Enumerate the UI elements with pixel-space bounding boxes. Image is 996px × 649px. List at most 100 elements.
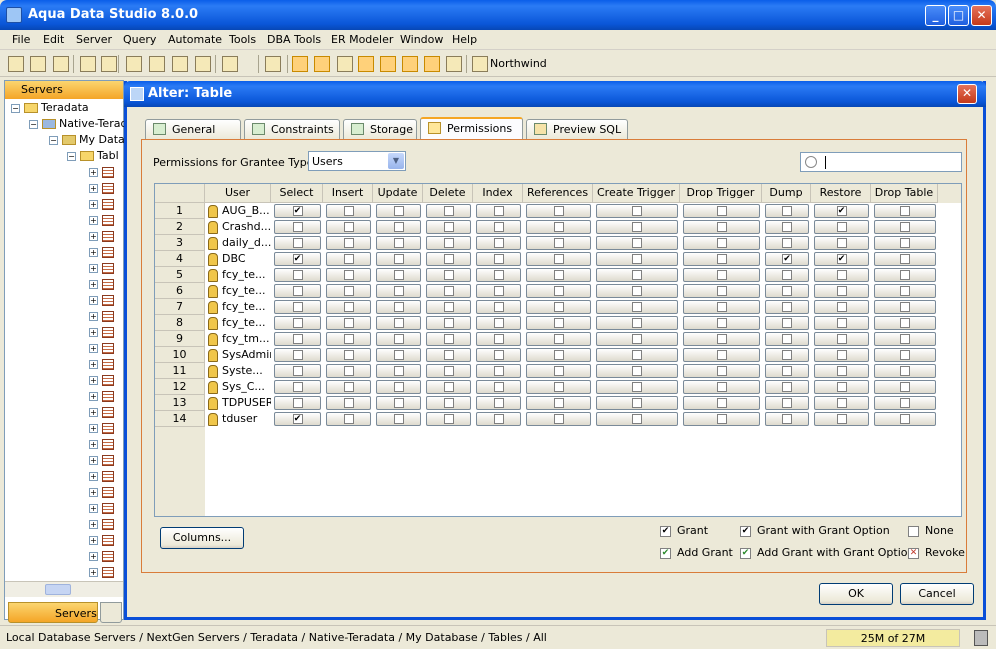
row-number[interactable]: 9: [155, 331, 205, 347]
permission-toggle-drop-table[interactable]: [874, 284, 936, 298]
permission-toggle-delete[interactable]: [426, 316, 471, 330]
permission-toggle-restore[interactable]: [814, 380, 869, 394]
ok-button[interactable]: OK: [819, 583, 893, 605]
permission-toggle-update[interactable]: [376, 396, 421, 410]
permission-toggle-drop-trigger[interactable]: [683, 252, 760, 266]
expand-icon[interactable]: +: [89, 359, 98, 369]
expand-icon[interactable]: +: [89, 487, 98, 497]
close-button[interactable]: ✕: [971, 5, 992, 26]
permission-toggle-index[interactable]: [476, 396, 521, 410]
permission-toggle-create-trigger[interactable]: [596, 236, 678, 250]
tab-preview-sql[interactable]: Preview SQL: [526, 119, 628, 139]
tree-node-table[interactable]: +: [89, 565, 114, 581]
user-cell[interactable]: Crashd...: [205, 219, 271, 235]
permission-toggle-insert[interactable]: [326, 220, 371, 234]
toolbar-button-icon[interactable]: [80, 56, 96, 72]
toolbar-button-icon[interactable]: [472, 56, 488, 72]
tree-node-table[interactable]: +: [89, 181, 114, 197]
permission-toggle-index[interactable]: [476, 316, 521, 330]
grantee-type-select[interactable]: Users ▼: [308, 151, 406, 171]
toolbar-button-icon[interactable]: [424, 56, 440, 72]
permission-toggle-select[interactable]: [274, 396, 321, 410]
toolbar-button-icon[interactable]: [149, 56, 165, 72]
expand-icon[interactable]: +: [89, 263, 98, 273]
column-header-references[interactable]: References: [523, 184, 593, 203]
permission-toggle-dump[interactable]: [765, 236, 809, 250]
permission-toggle-index[interactable]: [476, 300, 521, 314]
menu-query[interactable]: Query: [123, 33, 156, 46]
column-header-index[interactable]: Index: [473, 184, 523, 203]
row-number[interactable]: 3: [155, 235, 205, 251]
column-header-delete[interactable]: Delete: [423, 184, 473, 203]
permission-toggle-select[interactable]: [274, 284, 321, 298]
permission-toggle-insert[interactable]: [326, 268, 371, 282]
permission-toggle-create-trigger[interactable]: [596, 364, 678, 378]
user-cell[interactable]: fcy_te...: [205, 299, 271, 315]
permission-toggle-index[interactable]: [476, 220, 521, 234]
permission-toggle-drop-trigger[interactable]: [683, 364, 760, 378]
toolbar-button-icon[interactable]: [30, 56, 46, 72]
permission-toggle-update[interactable]: [376, 348, 421, 362]
permission-toggle-restore[interactable]: [814, 268, 869, 282]
permission-toggle-drop-trigger[interactable]: [683, 268, 760, 282]
row-number[interactable]: 4: [155, 251, 205, 267]
permission-toggle-references[interactable]: [526, 252, 591, 266]
permission-toggle-drop-table[interactable]: [874, 220, 936, 234]
permission-toggle-references[interactable]: [526, 284, 591, 298]
tab-general[interactable]: General: [145, 119, 241, 139]
permission-toggle-references[interactable]: [526, 412, 591, 426]
toolbar-button-icon[interactable]: [314, 56, 330, 72]
permission-toggle-insert[interactable]: [326, 364, 371, 378]
permission-toggle-index[interactable]: [476, 204, 521, 218]
permission-toggle-update[interactable]: [376, 332, 421, 346]
permission-toggle-references[interactable]: [526, 396, 591, 410]
memory-indicator[interactable]: 25M of 27M: [826, 629, 960, 647]
permission-toggle-drop-trigger[interactable]: [683, 284, 760, 298]
permission-toggle-drop-trigger[interactable]: [683, 380, 760, 394]
tree-node-table[interactable]: +: [89, 389, 114, 405]
tree-node-tables[interactable]: − Tabl: [67, 149, 119, 165]
tree-node-table[interactable]: +: [89, 533, 114, 549]
permission-toggle-select[interactable]: [274, 316, 321, 330]
toolbar-button-icon[interactable]: [265, 56, 281, 72]
expand-icon[interactable]: +: [89, 215, 98, 225]
toolbar-button-icon[interactable]: [172, 56, 188, 72]
permission-toggle-create-trigger[interactable]: [596, 316, 678, 330]
permission-toggle-delete[interactable]: [426, 220, 471, 234]
permission-toggle-update[interactable]: [376, 204, 421, 218]
row-number[interactable]: 2: [155, 219, 205, 235]
tree-node-native-teradata[interactable]: − Native-Terad: [29, 117, 127, 133]
tree-node-table[interactable]: +: [89, 501, 114, 517]
permission-toggle-drop-table[interactable]: [874, 396, 936, 410]
permission-toggle-drop-trigger[interactable]: [683, 396, 760, 410]
permission-toggle-restore[interactable]: [814, 220, 869, 234]
column-header-insert[interactable]: Insert: [323, 184, 373, 203]
column-header-drop-table[interactable]: Drop Table: [871, 184, 938, 203]
permission-toggle-delete[interactable]: [426, 380, 471, 394]
tree-node-table[interactable]: +: [89, 405, 114, 421]
permission-toggle-delete[interactable]: [426, 364, 471, 378]
row-number[interactable]: 10: [155, 347, 205, 363]
permission-toggle-select[interactable]: ✔: [274, 412, 321, 426]
menu-er-modeler[interactable]: ER Modeler: [331, 33, 393, 46]
permission-toggle-dump[interactable]: [765, 316, 809, 330]
permission-toggle-references[interactable]: [526, 332, 591, 346]
menu-help[interactable]: Help: [452, 33, 477, 46]
permission-toggle-delete[interactable]: [426, 396, 471, 410]
expand-icon[interactable]: +: [89, 327, 98, 337]
permission-toggle-references[interactable]: [526, 220, 591, 234]
user-cell[interactable]: TDPUSER: [205, 395, 271, 411]
permission-toggle-drop-table[interactable]: [874, 252, 936, 266]
permission-toggle-delete[interactable]: [426, 252, 471, 266]
expand-icon[interactable]: +: [89, 295, 98, 305]
expand-icon[interactable]: +: [89, 391, 98, 401]
menu-file[interactable]: File: [12, 33, 30, 46]
permission-toggle-insert[interactable]: [326, 284, 371, 298]
permission-toggle-update[interactable]: [376, 380, 421, 394]
permission-toggle-update[interactable]: [376, 252, 421, 266]
permission-toggle-dump[interactable]: [765, 268, 809, 282]
collapse-icon[interactable]: −: [49, 135, 58, 145]
tree-node-table[interactable]: +: [89, 517, 114, 533]
permission-toggle-index[interactable]: [476, 364, 521, 378]
column-header-create-trigger[interactable]: Create Trigger: [593, 184, 680, 203]
